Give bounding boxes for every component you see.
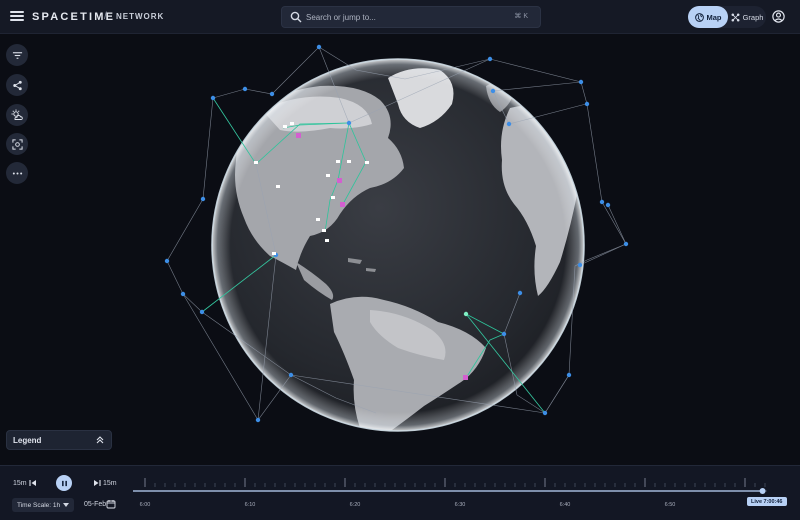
fast-forward-icon[interactable] bbox=[92, 478, 102, 488]
pause-button[interactable] bbox=[56, 475, 72, 491]
globe-map[interactable] bbox=[0, 35, 800, 465]
search-bar[interactable]: ⌘ K bbox=[281, 6, 541, 28]
calendar-icon bbox=[106, 500, 116, 509]
timeline-minor-ticks bbox=[144, 478, 766, 487]
map-view-label: Map bbox=[706, 12, 722, 22]
search-icon bbox=[290, 11, 302, 23]
pause-icon bbox=[61, 480, 67, 486]
brand-separator: / bbox=[104, 11, 107, 22]
timeline-tick-label: 6:10 bbox=[244, 502, 256, 508]
date-label: 05-Feb bbox=[84, 501, 107, 508]
graph-icon bbox=[731, 13, 740, 21]
legend-toggle[interactable]: Legend bbox=[6, 430, 112, 450]
graph-view-label: Graph bbox=[742, 12, 764, 22]
menu-icon[interactable] bbox=[10, 9, 24, 23]
focus-button[interactable] bbox=[6, 133, 28, 155]
selected-node[interactable] bbox=[463, 311, 469, 317]
timeline-tick-label: 6:00 bbox=[139, 502, 151, 508]
legend-label: Legend bbox=[13, 436, 42, 445]
time-scale-select[interactable]: Time Scale: 1h bbox=[12, 498, 74, 512]
view-toggle: Map Graph bbox=[688, 6, 766, 28]
weather-button[interactable] bbox=[6, 104, 28, 126]
focus-icon bbox=[11, 138, 23, 150]
timeline-panel: 15m 15m Time Scale: 1h 05-Feb 6:00 6:10 6:… bbox=[0, 465, 800, 520]
account-icon[interactable] bbox=[772, 10, 785, 23]
share-button[interactable] bbox=[6, 74, 28, 96]
search-shortcut: ⌘ K bbox=[514, 13, 528, 20]
rewind-label: 15m bbox=[13, 480, 27, 487]
search-input[interactable] bbox=[306, 10, 506, 24]
filter-icon bbox=[12, 51, 22, 59]
live-badge[interactable]: Live 7:00:46 bbox=[747, 497, 787, 506]
timeline-tick-label: 6:40 bbox=[559, 502, 571, 508]
section-title: NETWORK bbox=[116, 12, 165, 21]
brand-logo: SPACETIME bbox=[32, 11, 116, 23]
caret-down-icon bbox=[63, 503, 69, 507]
top-bar: SPACETIME / NETWORK ⌘ K Map Graph bbox=[0, 0, 800, 34]
graph-view-button[interactable]: Graph bbox=[728, 6, 766, 28]
timeline-scrubber[interactable] bbox=[759, 488, 766, 494]
more-button[interactable] bbox=[6, 162, 28, 184]
timeline-track[interactable] bbox=[125, 466, 800, 520]
timeline-tick-label: 6:50 bbox=[664, 502, 676, 508]
weather-icon bbox=[11, 109, 23, 120]
chevron-double-up-icon bbox=[96, 436, 104, 444]
globe-icon bbox=[694, 12, 704, 22]
timeline-tick-label: 6:20 bbox=[349, 502, 361, 508]
map-view-button[interactable]: Map bbox=[688, 6, 728, 28]
timeline-tick-label: 6:30 bbox=[454, 502, 466, 508]
share-nodes-icon bbox=[12, 80, 22, 90]
more-icon bbox=[12, 171, 22, 175]
globe bbox=[211, 58, 585, 432]
time-scale-label: Time Scale: 1h bbox=[17, 501, 61, 509]
filter-button[interactable] bbox=[6, 44, 28, 66]
rewind-icon[interactable] bbox=[28, 478, 38, 488]
fast-forward-label: 15m bbox=[103, 480, 117, 487]
